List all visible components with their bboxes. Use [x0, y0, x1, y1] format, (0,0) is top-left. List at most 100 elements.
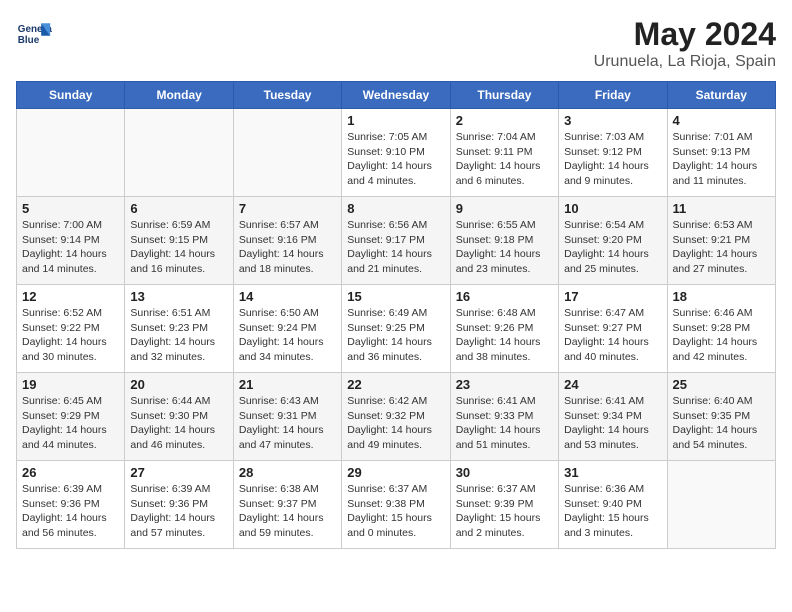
calendar-week-row: 5 Sunrise: 7:00 AMSunset: 9:14 PMDaylight…	[17, 197, 776, 285]
calendar-cell: 2 Sunrise: 7:04 AMSunset: 9:11 PMDaylight…	[450, 109, 558, 197]
day-info: Sunrise: 7:03 AMSunset: 9:12 PMDaylight:…	[564, 130, 661, 189]
calendar-cell: 19 Sunrise: 6:45 AMSunset: 9:29 PMDayligh…	[17, 373, 125, 461]
day-info: Sunrise: 6:43 AMSunset: 9:31 PMDaylight:…	[239, 394, 336, 453]
day-info: Sunrise: 7:04 AMSunset: 9:11 PMDaylight:…	[456, 130, 553, 189]
calendar-week-row: 1 Sunrise: 7:05 AMSunset: 9:10 PMDaylight…	[17, 109, 776, 197]
day-info: Sunrise: 6:41 AMSunset: 9:34 PMDaylight:…	[564, 394, 661, 453]
logo: General Blue	[16, 16, 52, 52]
day-number: 22	[347, 377, 444, 392]
day-info: Sunrise: 6:47 AMSunset: 9:27 PMDaylight:…	[564, 306, 661, 365]
calendar-cell: 26 Sunrise: 6:39 AMSunset: 9:36 PMDayligh…	[17, 461, 125, 549]
day-number: 16	[456, 289, 553, 304]
day-info: Sunrise: 6:59 AMSunset: 9:15 PMDaylight:…	[130, 218, 227, 277]
calendar-cell: 20Sunrise: 6:44 AMSunset: 9:30 PMDayligh…	[125, 373, 233, 461]
day-info: Sunrise: 6:53 AMSunset: 9:21 PMDaylight:…	[673, 218, 770, 277]
calendar-cell: 11 Sunrise: 6:53 AMSunset: 9:21 PMDayligh…	[667, 197, 775, 285]
day-number: 23	[456, 377, 553, 392]
day-number: 6	[130, 201, 227, 216]
weekday-header: Tuesday	[233, 82, 341, 109]
day-info: Sunrise: 7:01 AMSunset: 9:13 PMDaylight:…	[673, 130, 770, 189]
day-info: Sunrise: 7:00 AMSunset: 9:14 PMDaylight:…	[22, 218, 119, 277]
calendar-cell: 16Sunrise: 6:48 AMSunset: 9:26 PMDayligh…	[450, 285, 558, 373]
day-info: Sunrise: 6:54 AMSunset: 9:20 PMDaylight:…	[564, 218, 661, 277]
day-number: 15	[347, 289, 444, 304]
calendar-cell	[667, 461, 775, 549]
weekday-header: Saturday	[667, 82, 775, 109]
calendar-cell: 14 Sunrise: 6:50 AMSunset: 9:24 PMDayligh…	[233, 285, 341, 373]
calendar-cell: 22 Sunrise: 6:42 AMSunset: 9:32 PMDayligh…	[342, 373, 450, 461]
day-info: Sunrise: 6:41 AMSunset: 9:33 PMDaylight:…	[456, 394, 553, 453]
page-title: May 2024	[594, 16, 776, 53]
calendar-cell: 3 Sunrise: 7:03 AMSunset: 9:12 PMDaylight…	[559, 109, 667, 197]
calendar-week-row: 26 Sunrise: 6:39 AMSunset: 9:36 PMDayligh…	[17, 461, 776, 549]
weekday-header: Monday	[125, 82, 233, 109]
day-number: 30	[456, 465, 553, 480]
day-info: Sunrise: 6:39 AMSunset: 9:36 PMDaylight:…	[130, 482, 227, 541]
day-info: Sunrise: 6:57 AMSunset: 9:16 PMDaylight:…	[239, 218, 336, 277]
day-info: Sunrise: 6:50 AMSunset: 9:24 PMDaylight:…	[239, 306, 336, 365]
calendar-cell: 4 Sunrise: 7:01 AMSunset: 9:13 PMDaylight…	[667, 109, 775, 197]
day-info: Sunrise: 6:45 AMSunset: 9:29 PMDaylight:…	[22, 394, 119, 453]
day-info: Sunrise: 6:52 AMSunset: 9:22 PMDaylight:…	[22, 306, 119, 365]
calendar-cell: 23 Sunrise: 6:41 AMSunset: 9:33 PMDayligh…	[450, 373, 558, 461]
day-info: Sunrise: 7:05 AMSunset: 9:10 PMDaylight:…	[347, 130, 444, 189]
day-info: Sunrise: 6:55 AMSunset: 9:18 PMDaylight:…	[456, 218, 553, 277]
svg-text:Blue: Blue	[18, 35, 40, 46]
day-number: 21	[239, 377, 336, 392]
day-info: Sunrise: 6:44 AMSunset: 9:30 PMDaylight:…	[130, 394, 227, 453]
day-number: 14	[239, 289, 336, 304]
day-number: 28	[239, 465, 336, 480]
day-number: 11	[673, 201, 770, 216]
calendar-cell: 1 Sunrise: 7:05 AMSunset: 9:10 PMDaylight…	[342, 109, 450, 197]
calendar-cell: 21 Sunrise: 6:43 AMSunset: 9:31 PMDayligh…	[233, 373, 341, 461]
day-number: 9	[456, 201, 553, 216]
page-subtitle: Urunuela, La Rioja, Spain	[594, 53, 776, 71]
day-number: 13	[130, 289, 227, 304]
day-number: 5	[22, 201, 119, 216]
day-info: Sunrise: 6:37 AMSunset: 9:38 PMDaylight:…	[347, 482, 444, 541]
calendar-cell: 7 Sunrise: 6:57 AMSunset: 9:16 PMDaylight…	[233, 197, 341, 285]
day-info: Sunrise: 6:38 AMSunset: 9:37 PMDaylight:…	[239, 482, 336, 541]
day-number: 17	[564, 289, 661, 304]
weekday-header: Sunday	[17, 82, 125, 109]
calendar-week-row: 19 Sunrise: 6:45 AMSunset: 9:29 PMDayligh…	[17, 373, 776, 461]
day-number: 26	[22, 465, 119, 480]
header: General Blue May 2024 Urunuela, La Rioja…	[16, 16, 776, 71]
calendar-cell	[125, 109, 233, 197]
calendar-cell: 25 Sunrise: 6:40 AMSunset: 9:35 PMDayligh…	[667, 373, 775, 461]
calendar-cell: 15 Sunrise: 6:49 AMSunset: 9:25 PMDayligh…	[342, 285, 450, 373]
weekday-header-row: SundayMondayTuesdayWednesdayThursdayFrid…	[17, 82, 776, 109]
calendar-cell: 5 Sunrise: 7:00 AMSunset: 9:14 PMDaylight…	[17, 197, 125, 285]
calendar-cell: 12Sunrise: 6:52 AMSunset: 9:22 PMDayligh…	[17, 285, 125, 373]
day-info: Sunrise: 6:51 AMSunset: 9:23 PMDaylight:…	[130, 306, 227, 365]
day-info: Sunrise: 6:46 AMSunset: 9:28 PMDaylight:…	[673, 306, 770, 365]
day-info: Sunrise: 6:40 AMSunset: 9:35 PMDaylight:…	[673, 394, 770, 453]
calendar-cell: 30 Sunrise: 6:37 AMSunset: 9:39 PMDayligh…	[450, 461, 558, 549]
weekday-header: Thursday	[450, 82, 558, 109]
calendar-table: SundayMondayTuesdayWednesdayThursdayFrid…	[16, 81, 776, 549]
day-info: Sunrise: 6:37 AMSunset: 9:39 PMDaylight:…	[456, 482, 553, 541]
day-info: Sunrise: 6:39 AMSunset: 9:36 PMDaylight:…	[22, 482, 119, 541]
day-number: 8	[347, 201, 444, 216]
calendar-cell: 18Sunrise: 6:46 AMSunset: 9:28 PMDayligh…	[667, 285, 775, 373]
day-number: 3	[564, 113, 661, 128]
day-info: Sunrise: 6:42 AMSunset: 9:32 PMDaylight:…	[347, 394, 444, 453]
day-number: 31	[564, 465, 661, 480]
calendar-cell: 10Sunrise: 6:54 AMSunset: 9:20 PMDayligh…	[559, 197, 667, 285]
day-number: 25	[673, 377, 770, 392]
day-number: 19	[22, 377, 119, 392]
day-number: 1	[347, 113, 444, 128]
calendar-cell: 9 Sunrise: 6:55 AMSunset: 9:18 PMDaylight…	[450, 197, 558, 285]
day-number: 2	[456, 113, 553, 128]
calendar-cell: 29 Sunrise: 6:37 AMSunset: 9:38 PMDayligh…	[342, 461, 450, 549]
day-number: 7	[239, 201, 336, 216]
day-number: 4	[673, 113, 770, 128]
calendar-cell: 13 Sunrise: 6:51 AMSunset: 9:23 PMDayligh…	[125, 285, 233, 373]
day-info: Sunrise: 6:36 AMSunset: 9:40 PMDaylight:…	[564, 482, 661, 541]
calendar-week-row: 12Sunrise: 6:52 AMSunset: 9:22 PMDayligh…	[17, 285, 776, 373]
day-info: Sunrise: 6:56 AMSunset: 9:17 PMDaylight:…	[347, 218, 444, 277]
day-info: Sunrise: 6:49 AMSunset: 9:25 PMDaylight:…	[347, 306, 444, 365]
calendar-cell	[233, 109, 341, 197]
day-number: 29	[347, 465, 444, 480]
title-area: May 2024 Urunuela, La Rioja, Spain	[594, 16, 776, 71]
